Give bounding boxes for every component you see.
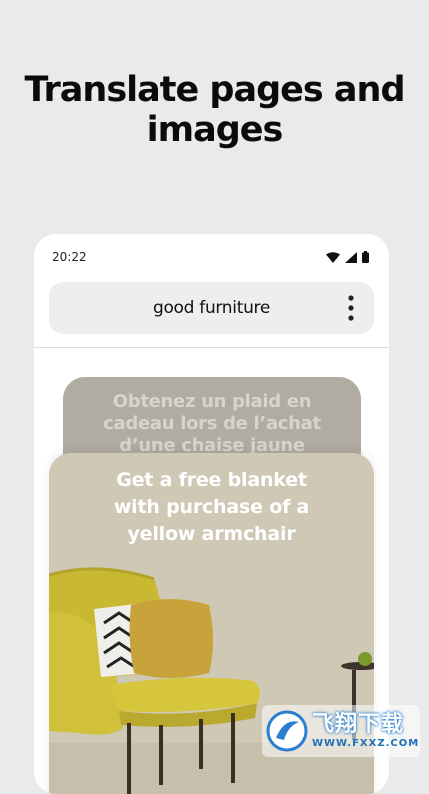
original-line-2: cadeau lors de l’achat bbox=[103, 413, 321, 434]
address-bar[interactable]: good furniture bbox=[49, 282, 374, 334]
wifi-icon bbox=[326, 251, 340, 263]
battery-icon bbox=[362, 251, 369, 263]
original-line-1: Obtenez un plaid en bbox=[112, 391, 312, 412]
more-vertical-icon[interactable] bbox=[348, 295, 354, 321]
watermark-text: 飞翔下载 WWW.FXXZ.COM bbox=[312, 712, 419, 750]
divider bbox=[34, 347, 389, 348]
signal-icon bbox=[345, 251, 357, 263]
translated-text: Get a free blanket with purchase of a ye… bbox=[49, 467, 374, 548]
status-icons bbox=[326, 251, 369, 263]
original-text: Obtenez un plaid en cadeau lors de l’ach… bbox=[63, 391, 361, 457]
headline-line-1: Translate pages and bbox=[24, 70, 406, 110]
headline-line-2: images bbox=[146, 110, 284, 150]
watermark-title: 飞翔下载 bbox=[312, 712, 405, 737]
armchair-image bbox=[49, 553, 374, 794]
site-watermark: 飞翔下载 WWW.FXXZ.COM bbox=[262, 705, 420, 757]
translated-line-2: with purchase of a bbox=[113, 496, 310, 518]
address-text[interactable]: good furniture bbox=[49, 282, 374, 334]
status-time: 20:22 bbox=[52, 250, 87, 264]
translated-line-3: yellow armchair bbox=[127, 523, 296, 545]
watermark-logo-icon bbox=[266, 710, 308, 752]
page-headline: Translate pages and images bbox=[0, 70, 429, 150]
watermark-url: WWW.FXXZ.COM bbox=[312, 738, 420, 749]
status-bar: 20:22 bbox=[34, 234, 389, 280]
translated-line-1: Get a free blanket bbox=[116, 469, 307, 491]
